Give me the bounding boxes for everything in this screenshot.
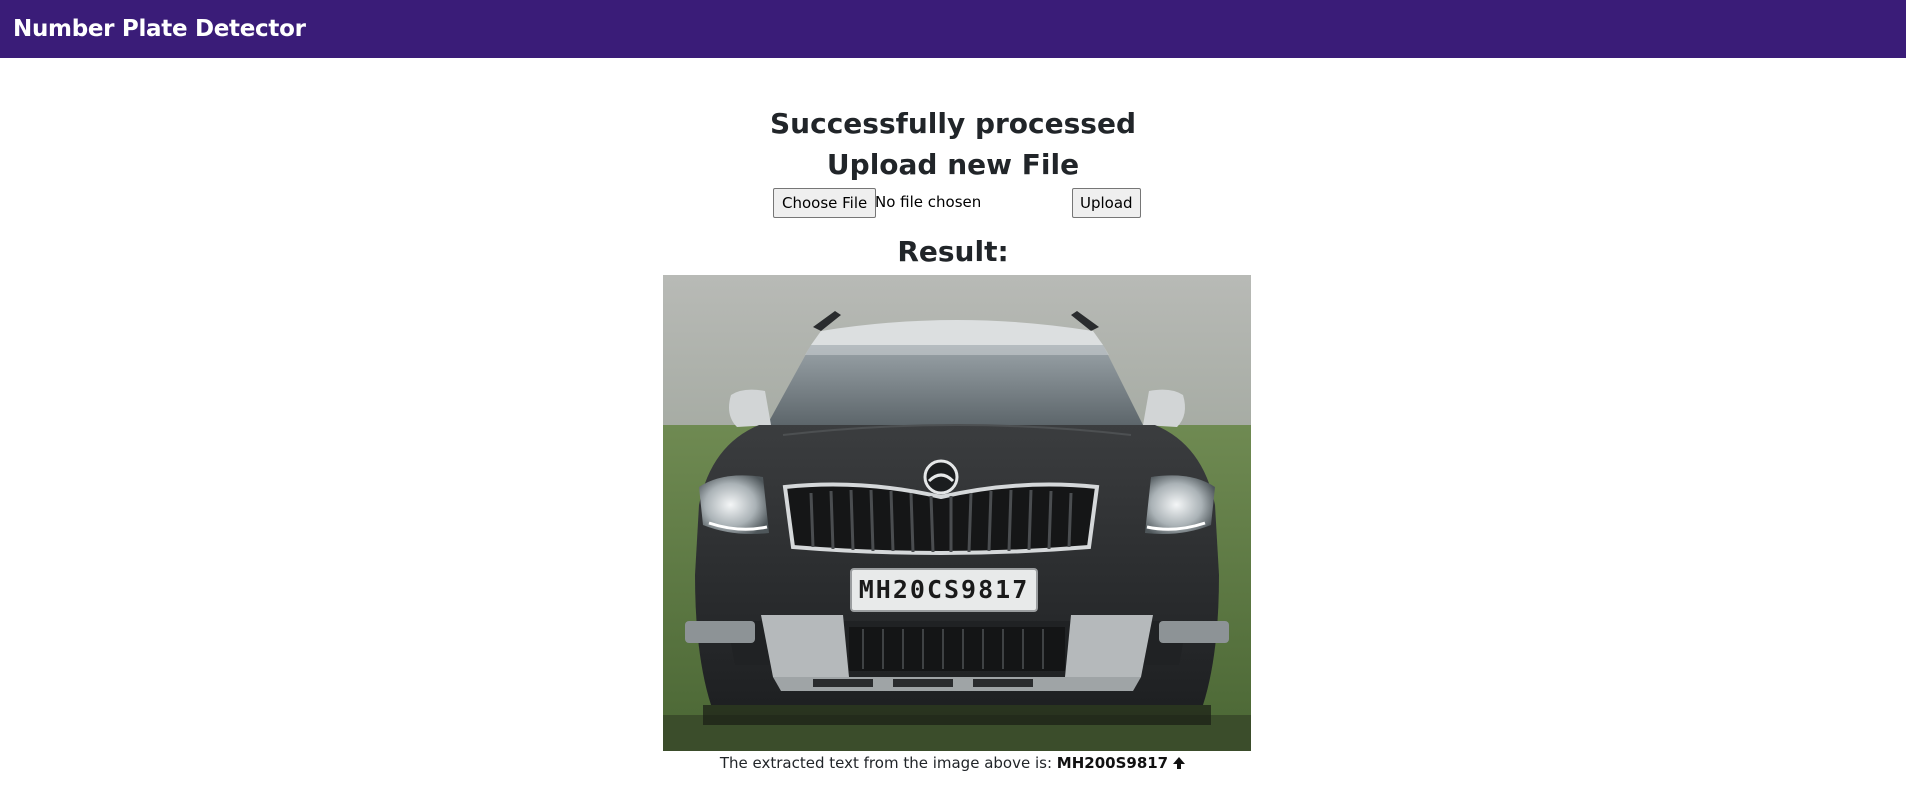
result-caption: The extracted text from the image above …: [0, 754, 1906, 774]
upload-form: Choose File No file chosen Upload: [773, 188, 1141, 218]
upload-button[interactable]: Upload: [1072, 188, 1141, 218]
navbar: Number Plate Detector: [0, 0, 1906, 58]
status-heading: Successfully processed: [770, 107, 1136, 140]
extracted-text: MH200S9817: [1056, 754, 1169, 772]
caption-prefix: The extracted text from the image above …: [719, 754, 1052, 772]
choose-file-button[interactable]: Choose File: [773, 188, 877, 218]
upload-heading: Upload new File: [826, 148, 1080, 181]
result-heading: Result:: [897, 235, 1009, 268]
svg-text:MH20CS9817: MH20CS9817: [859, 575, 1030, 604]
file-status-text: No file chosen: [875, 193, 982, 211]
navbar-brand[interactable]: Number Plate Detector: [13, 16, 306, 42]
arrow-up-icon: [1172, 756, 1186, 774]
result-car-image: MH20CS9817: [663, 275, 1251, 751]
